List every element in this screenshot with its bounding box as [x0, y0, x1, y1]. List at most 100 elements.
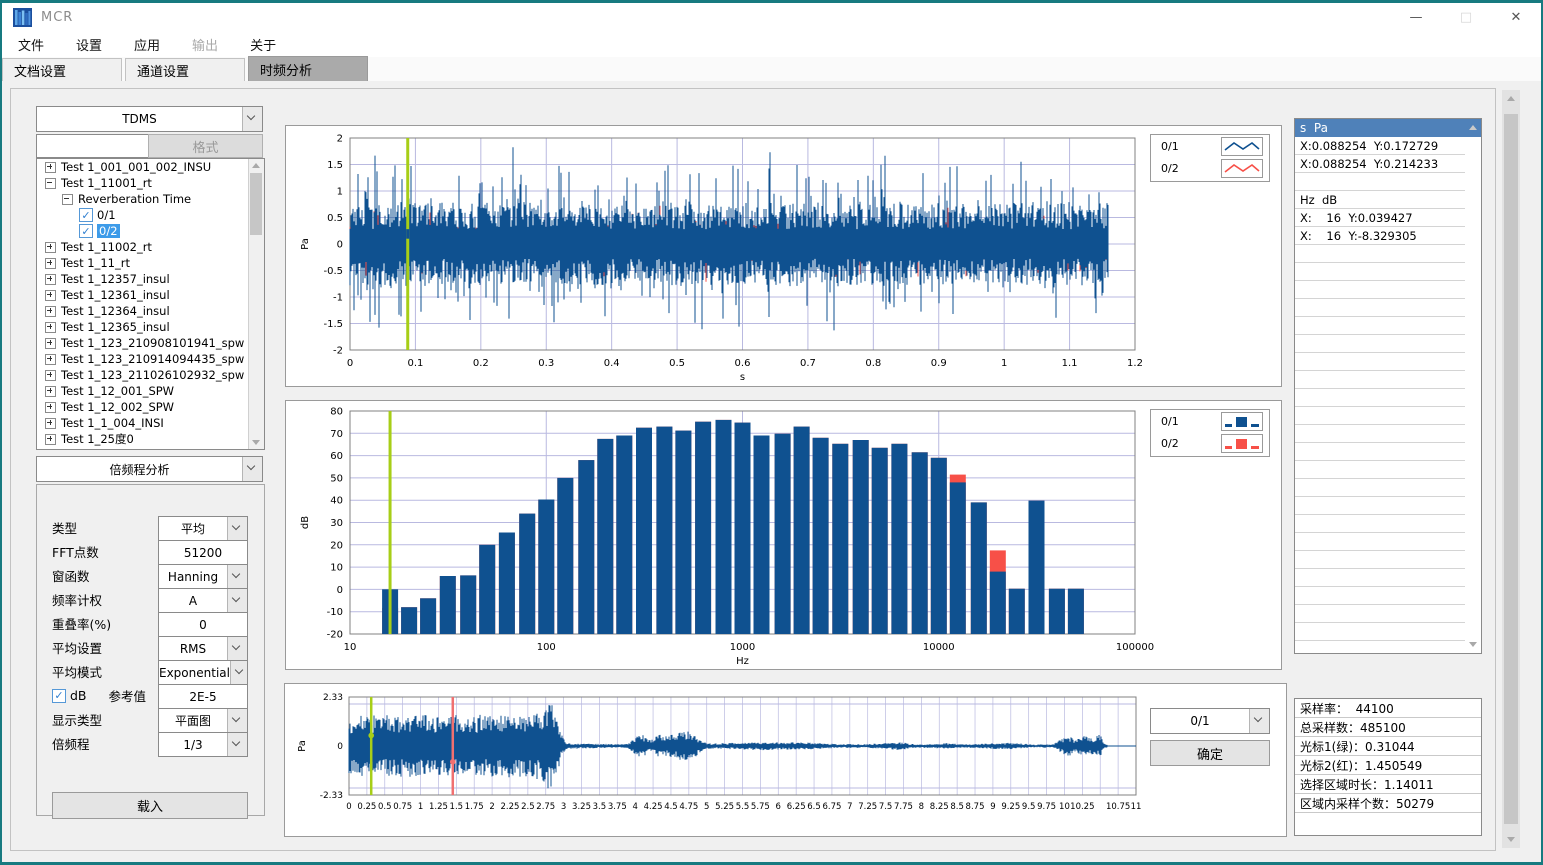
analysis-type-combo-arrow[interactable]	[242, 457, 262, 481]
expand-icon[interactable]	[45, 370, 56, 381]
cursor-list-row[interactable]: X: 16 Y:0.039427	[1295, 209, 1465, 227]
expand-icon[interactable]	[45, 354, 56, 365]
cursor-list-row[interactable]: X:0.088254 Y:0.214233	[1295, 155, 1465, 173]
menu-item-1[interactable]: 文件	[2, 35, 60, 54]
tree-item[interactable]: Test 1_123_210914094435_spw	[37, 351, 264, 367]
expand-icon[interactable]	[45, 162, 56, 173]
octave-bar[interactable]	[990, 572, 1006, 634]
cursor-list-row[interactable]	[1295, 479, 1465, 497]
octave-bar[interactable]	[853, 440, 869, 634]
scroll-down-icon[interactable]	[1469, 642, 1477, 647]
cursor-list-row[interactable]	[1295, 371, 1465, 389]
octave-bar[interactable]	[519, 514, 535, 634]
tab-3[interactable]: 时频分析	[248, 56, 368, 81]
octave-bar[interactable]	[891, 444, 907, 634]
octave-bar[interactable]	[950, 482, 966, 634]
field-select-arrow[interactable]	[227, 565, 247, 588]
tree-item[interactable]: Test 1_12364_insul	[37, 303, 264, 319]
tree-item[interactable]: ✓0/2	[37, 223, 264, 239]
cursor-list-row[interactable]: Hz dB	[1295, 191, 1465, 209]
octave-bar[interactable]	[813, 438, 829, 634]
scroll-down-icon[interactable]	[252, 440, 260, 445]
scroll-down-icon[interactable]	[1507, 837, 1515, 842]
channel-combo[interactable]: 0/1	[1150, 708, 1270, 734]
legend-entry[interactable]: 0/2	[1151, 157, 1269, 179]
cursor-list-row[interactable]	[1295, 569, 1465, 587]
expand-icon[interactable]	[45, 402, 56, 413]
expand-icon[interactable]	[45, 258, 56, 269]
tree-scrollbar[interactable]	[248, 159, 264, 449]
tab-1[interactable]: 文档设置	[2, 58, 122, 81]
cursor-list-row[interactable]	[1295, 245, 1465, 263]
octave-bar[interactable]	[656, 427, 672, 634]
field-select-7[interactable]: Exponential	[158, 660, 248, 685]
channel-checkbox[interactable]: ✓	[79, 208, 93, 222]
octave-bar[interactable]	[538, 500, 554, 635]
overview-plot[interactable]: 00.250.50.7511.251.51.7522.252.52.7533.2…	[285, 684, 1284, 834]
tree-item[interactable]: Test 1_1_004_INSI	[37, 415, 264, 431]
field-input-2[interactable]: 51200	[158, 540, 248, 565]
octave-bar[interactable]	[716, 420, 732, 634]
scroll-up-icon[interactable]	[252, 163, 260, 168]
cursor-list-row[interactable]	[1295, 551, 1465, 569]
octave-bar[interactable]	[1009, 589, 1025, 634]
tab-2[interactable]: 通道设置	[125, 58, 245, 81]
expand-icon[interactable]	[45, 322, 56, 333]
octave-bar[interactable]	[636, 428, 652, 634]
expand-icon[interactable]	[45, 434, 56, 445]
expand-icon[interactable]	[45, 338, 56, 349]
channel-checkbox[interactable]: ✓	[79, 224, 93, 238]
cursor-list-row[interactable]	[1295, 641, 1465, 654]
channel-combo-arrow[interactable]	[1249, 709, 1269, 733]
tree-item[interactable]: Test 1_001_001_002_INSU	[37, 159, 264, 175]
field-select-1[interactable]: 平均	[158, 516, 248, 541]
octave-bar[interactable]	[616, 436, 632, 635]
cursor-list-row[interactable]	[1295, 281, 1465, 299]
field-input-5[interactable]: 0	[158, 612, 248, 637]
scroll-up-icon[interactable]	[1469, 125, 1477, 130]
field-select-arrow[interactable]	[227, 733, 247, 756]
expand-icon[interactable]	[45, 242, 56, 253]
field-select-arrow[interactable]	[227, 589, 247, 612]
octave-bar[interactable]	[420, 598, 436, 634]
expand-icon[interactable]	[45, 386, 56, 397]
cursor-list-row[interactable]	[1295, 389, 1465, 407]
field-select-arrow[interactable]	[227, 709, 247, 732]
page-scroll-thumb[interactable]	[1504, 114, 1518, 824]
cursor-list-row[interactable]	[1295, 425, 1465, 443]
cursor-list-row[interactable]	[1295, 623, 1465, 641]
octave-bar[interactable]	[557, 478, 573, 634]
octave-plot[interactable]: 1010010001000010000080706050403020100-10…	[286, 401, 1279, 667]
legend-entry[interactable]: 0/1	[1151, 135, 1269, 157]
octave-bar[interactable]	[499, 533, 515, 635]
maximize-button[interactable]: □	[1441, 3, 1491, 31]
close-button[interactable]: ✕	[1491, 3, 1541, 31]
load-button[interactable]: 载入	[52, 792, 248, 819]
field-select-9[interactable]: 平面图	[158, 708, 248, 733]
tree-scroll-thumb[interactable]	[250, 173, 262, 235]
octave-bar[interactable]	[775, 434, 791, 634]
legend-entry[interactable]: 0/1	[1151, 410, 1269, 432]
octave-bar[interactable]	[695, 422, 711, 634]
expand-icon[interactable]	[45, 290, 56, 301]
db-checkbox[interactable]: ✓	[52, 689, 66, 703]
file-format-combo-arrow[interactable]	[242, 107, 262, 131]
octave-bar[interactable]	[479, 545, 495, 634]
cursor-list-row[interactable]	[1295, 515, 1465, 533]
format-button[interactable]: 格式	[148, 134, 263, 158]
octave-bar[interactable]	[971, 502, 987, 634]
cursor-list-row[interactable]	[1295, 533, 1465, 551]
cursor-list-row[interactable]	[1295, 443, 1465, 461]
octave-bar[interactable]	[1049, 589, 1065, 634]
tree-item[interactable]: Test 1_123_211026102932_spw	[37, 367, 264, 383]
menu-item-3[interactable]: 应用	[118, 35, 176, 54]
expand-icon[interactable]	[45, 306, 56, 317]
legend-entry[interactable]: 0/2	[1151, 432, 1269, 454]
tree-item[interactable]: Test 1_11001_rt	[37, 175, 264, 191]
tree-item[interactable]: Test 1_25度0	[37, 431, 264, 447]
octave-bar[interactable]	[1029, 501, 1045, 634]
cursor-list-row[interactable]	[1295, 461, 1465, 479]
cursor-list-row[interactable]	[1295, 317, 1465, 335]
cursor-list-row[interactable]: X: 16 Y:-8.329305	[1295, 227, 1465, 245]
octave-bar[interactable]	[597, 439, 613, 634]
